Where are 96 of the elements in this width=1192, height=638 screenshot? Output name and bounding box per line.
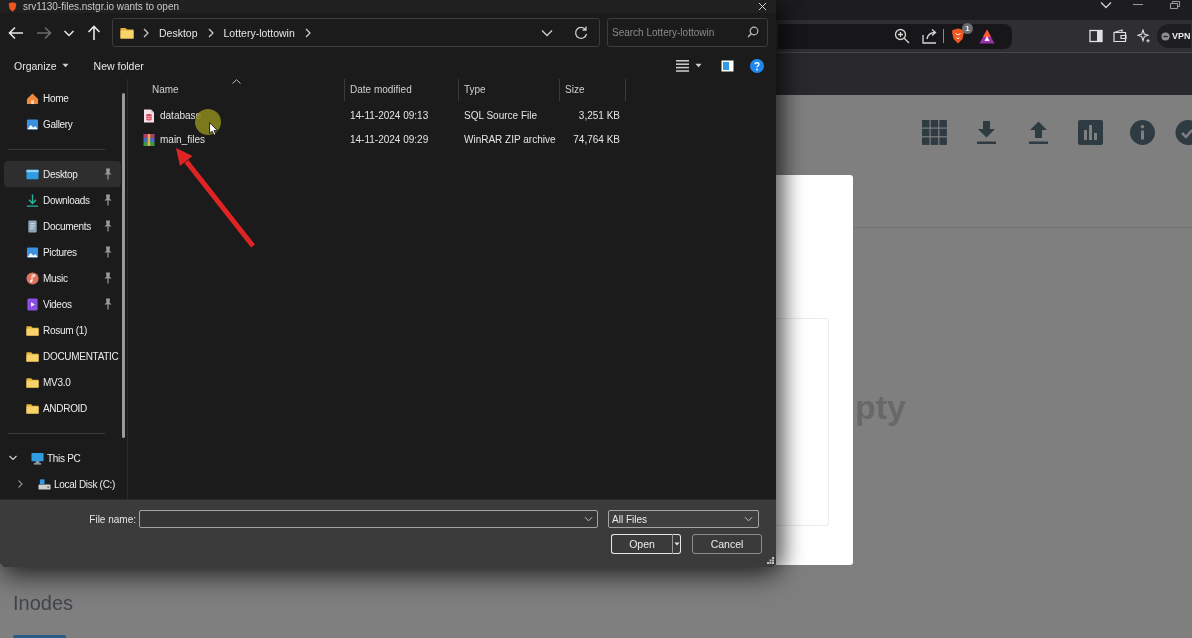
file-name-cell[interactable]: database bbox=[128, 104, 345, 128]
close-icon[interactable] bbox=[758, 2, 767, 11]
chevron-down-icon bbox=[744, 516, 753, 522]
open-button[interactable]: Open bbox=[611, 534, 672, 554]
caret-down-icon bbox=[673, 542, 680, 546]
file-name-cell[interactable]: main_files bbox=[128, 128, 345, 152]
file-type-cell-text: SQL Source File bbox=[463, 109, 538, 123]
music-note-icon bbox=[26, 271, 39, 285]
wallet-icon[interactable] bbox=[1113, 29, 1127, 43]
column-header[interactable]: Type bbox=[459, 79, 560, 101]
tree-item[interactable]: Local Disk (C:) bbox=[0, 471, 121, 497]
search-field[interactable]: Search Lottery-lottowin bbox=[607, 18, 768, 47]
sidebar-item[interactable]: Downloads bbox=[4, 187, 121, 213]
date-modified-cell-text: 14-11-2024 09:29 bbox=[349, 133, 430, 147]
file-size-cell-text: 74,764 KB bbox=[572, 133, 621, 147]
zoom-in-icon[interactable] bbox=[894, 28, 910, 44]
home-icon bbox=[26, 91, 39, 105]
chevron-right-icon bbox=[143, 27, 149, 38]
dialog-title: srv1130-files.nstgr.io wants to open bbox=[23, 0, 179, 13]
download-icon bbox=[26, 193, 39, 207]
bar-chart-icon[interactable] bbox=[1078, 120, 1103, 145]
new-folder-button[interactable]: New folder bbox=[87, 56, 150, 75]
chevron-down-icon[interactable] bbox=[1100, 1, 1112, 9]
shield-icon bbox=[8, 1, 17, 12]
lion-shield-icon[interactable] bbox=[951, 28, 965, 44]
sidebar-item[interactable]: Rosum (1) bbox=[4, 317, 121, 343]
chevron-right-icon[interactable] bbox=[15, 479, 25, 489]
sort-caret-icon bbox=[232, 79, 241, 84]
sidebar-item[interactable]: ANDROID bbox=[4, 395, 121, 421]
resize-grip-icon[interactable] bbox=[767, 557, 774, 564]
sidebar-item[interactable]: Music bbox=[4, 265, 121, 291]
help-icon[interactable] bbox=[750, 58, 764, 73]
folder-icon bbox=[26, 349, 39, 363]
chevron-right-icon[interactable] bbox=[304, 27, 311, 38]
chevron-down-icon[interactable] bbox=[8, 453, 18, 463]
file-name-field[interactable] bbox=[139, 510, 598, 528]
share-icon[interactable] bbox=[922, 28, 938, 44]
file-type-dropdown[interactable]: All Files bbox=[608, 510, 759, 528]
folder-icon bbox=[26, 323, 39, 337]
sidebar-item[interactable]: Documents bbox=[4, 213, 121, 239]
minus-circle-icon bbox=[1161, 31, 1170, 41]
column-header[interactable]: Date modified bbox=[345, 79, 459, 101]
organize-menu-button[interactable]: Organize bbox=[8, 56, 75, 75]
caret-down-icon[interactable] bbox=[695, 63, 702, 68]
breadcrumb-item[interactable]: Lottery-lottowin bbox=[221, 26, 297, 39]
desktop-icon bbox=[26, 167, 39, 181]
list-view-icon[interactable] bbox=[676, 59, 689, 72]
date-modified-cell-text: 14-11-2024 09:13 bbox=[349, 109, 430, 123]
video-icon bbox=[26, 297, 39, 311]
column-header[interactable]: Size bbox=[560, 79, 626, 101]
sidebar-item[interactable]: Home bbox=[4, 85, 121, 111]
section-heading: Inodes bbox=[13, 591, 74, 615]
restore-icon[interactable] bbox=[1169, 1, 1181, 9]
column-header[interactable]: Name bbox=[128, 79, 345, 101]
address-bar[interactable]: 1 bbox=[778, 23, 1012, 49]
chevron-right-icon bbox=[207, 27, 214, 38]
chevron-down-icon[interactable] bbox=[541, 28, 553, 37]
vpn-button[interactable]: VPN bbox=[1157, 24, 1191, 48]
folder-icon bbox=[26, 375, 39, 389]
document-icon bbox=[26, 219, 39, 233]
archive-file-icon bbox=[143, 133, 155, 147]
drive-icon bbox=[38, 477, 51, 491]
file-type-cell-text: WinRAR ZIP archive bbox=[463, 133, 557, 147]
refresh-icon[interactable] bbox=[574, 25, 588, 40]
picture-icon bbox=[26, 117, 39, 131]
database-file-icon bbox=[143, 109, 155, 123]
sparkle-icon[interactable] bbox=[1137, 29, 1151, 43]
breadcrumb-item[interactable]: Desktop bbox=[157, 26, 200, 39]
sidebar-item[interactable]: Videos bbox=[4, 291, 121, 317]
mouse-pointer-icon bbox=[209, 122, 218, 136]
monitor-icon bbox=[31, 451, 44, 465]
tree-item[interactable]: This PC bbox=[0, 445, 121, 471]
caret-down-icon bbox=[61, 63, 69, 68]
file-name-label: File name: bbox=[88, 513, 137, 525]
folder-icon bbox=[120, 26, 134, 39]
address-field[interactable]: Desktop Lottery-lottowin bbox=[112, 18, 600, 47]
cancel-button[interactable]: Cancel bbox=[692, 534, 762, 554]
sidebar-item[interactable]: Gallery bbox=[4, 111, 121, 137]
sidebar-item[interactable]: MV3.0 bbox=[4, 369, 121, 395]
info-icon[interactable] bbox=[1130, 120, 1155, 145]
open-dropdown-button[interactable] bbox=[672, 534, 681, 554]
notification-badge: 1 bbox=[962, 23, 973, 34]
sidebar-panel-icon[interactable] bbox=[1089, 29, 1103, 43]
scrollbar[interactable] bbox=[122, 93, 125, 438]
picture-icon bbox=[26, 245, 39, 259]
download-icon[interactable] bbox=[974, 120, 999, 145]
search-icon[interactable] bbox=[747, 26, 759, 38]
file-size-cell-text: 3,251 KB bbox=[577, 109, 621, 123]
preview-pane-icon[interactable] bbox=[721, 59, 734, 72]
folder-icon bbox=[26, 401, 39, 415]
sidebar-item[interactable]: DOCUMENTATIC bbox=[4, 343, 121, 369]
upload-icon[interactable] bbox=[1026, 120, 1051, 145]
sidebar-item[interactable]: Desktop bbox=[4, 161, 121, 187]
triangle-icon[interactable] bbox=[979, 28, 995, 44]
sidebar-item[interactable]: Pictures bbox=[4, 239, 121, 265]
grid-icon[interactable] bbox=[922, 120, 947, 145]
